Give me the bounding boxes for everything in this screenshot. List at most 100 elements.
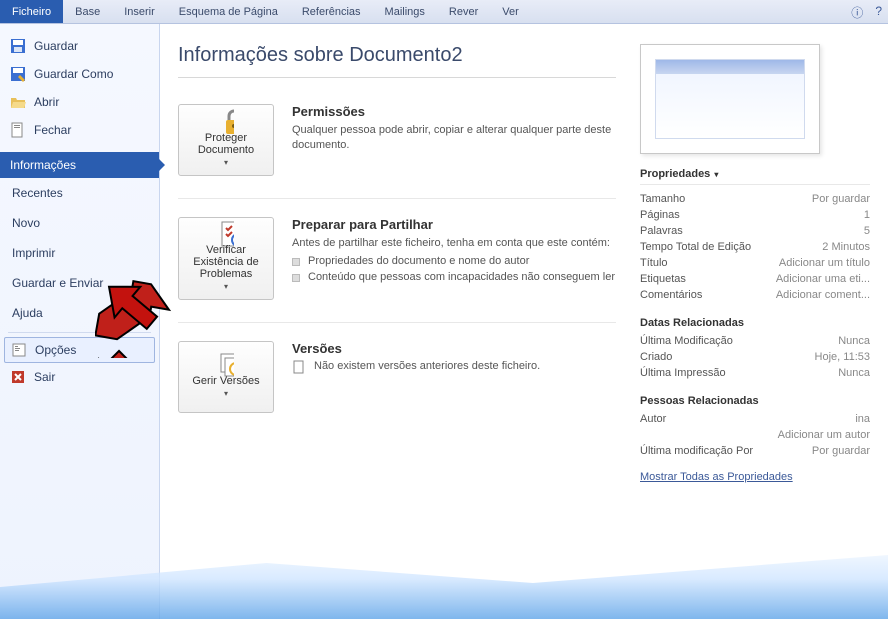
close-icon	[10, 122, 26, 138]
versions-icon	[218, 357, 234, 373]
property-row: Última Impressão Nunca	[640, 365, 870, 381]
property-value[interactable]: Por guardar	[812, 193, 870, 205]
sidebar-item-sair[interactable]: Sair	[0, 363, 159, 391]
property-row: TítuloAdicionar um título	[640, 255, 870, 271]
label: Opções	[35, 343, 76, 357]
section-permissions: Proteger Documento ▾ Permissões Qualquer…	[178, 94, 616, 199]
protect-document-button[interactable]: Proteger Documento ▾	[178, 104, 274, 176]
properties-heading[interactable]: Propriedades ▾	[640, 168, 870, 185]
label: Informações	[10, 158, 76, 172]
save-as-icon	[10, 66, 26, 82]
help-question-icon[interactable]: ?	[869, 0, 888, 23]
sidebar-item-guardar-como[interactable]: Guardar Como	[0, 60, 159, 88]
property-key: Última Impressão	[640, 367, 726, 379]
property-row: Adicionar um autor	[640, 427, 870, 443]
open-icon	[10, 94, 26, 110]
ribbon-tabs: Ficheiro Base Inserir Esquema de Página …	[0, 0, 888, 24]
label: Propriedades	[640, 168, 710, 180]
manage-versions-button[interactable]: Gerir Versões ▾	[178, 341, 274, 413]
property-key: Última modificação Por	[640, 445, 753, 457]
property-key: Comentários	[640, 289, 702, 301]
tab-base[interactable]: Base	[63, 0, 112, 23]
document-thumbnail[interactable]	[640, 44, 820, 154]
property-row: Comentários Adicionar coment...	[640, 287, 870, 303]
options-icon	[11, 342, 27, 358]
people-heading: Pessoas Relacionadas	[640, 395, 870, 407]
bullet-icon	[292, 258, 300, 266]
property-value[interactable]: 1	[864, 209, 870, 221]
tab-ficheiro[interactable]: Ficheiro	[0, 0, 63, 23]
tab-ver[interactable]: Ver	[490, 0, 531, 23]
page-title: Informações sobre Documento2	[178, 44, 616, 78]
property-value[interactable]: Nunca	[838, 335, 870, 347]
sidebar-item-fechar[interactable]: Fechar	[0, 116, 159, 144]
label: Guardar	[34, 39, 78, 53]
property-row: EtiquetasAdicionar uma eti...	[640, 271, 870, 287]
dropdown-icon: ▾	[714, 170, 718, 179]
property-value[interactable]: 2 Minutos	[822, 241, 870, 253]
property-row: Páginas 1	[640, 207, 870, 223]
label: Abrir	[34, 95, 59, 109]
dates-heading: Datas Relacionadas	[640, 317, 870, 329]
section-prepare-share: Verificar Existência de Problemas ▾ Prep…	[178, 207, 616, 323]
property-row: Tamanho Por guardar	[640, 191, 870, 207]
help-icon[interactable]: ⓘ	[845, 0, 869, 23]
sidebar-item-guardar[interactable]: Guardar	[0, 32, 159, 60]
property-value[interactable]: Hoje, 11:53	[815, 351, 870, 363]
dropdown-icon: ▾	[224, 389, 228, 398]
property-value[interactable]: Adicionar uma eti...	[776, 273, 870, 285]
tab-mailings[interactable]: Mailings	[373, 0, 437, 23]
tab-rever[interactable]: Rever	[437, 0, 490, 23]
property-key: Tamanho	[640, 193, 685, 205]
section-heading: Permissões	[292, 104, 616, 119]
check-issues-button[interactable]: Verificar Existência de Problemas ▾	[178, 217, 274, 300]
show-all-properties-link[interactable]: Mostrar Todas as Propriedades	[640, 471, 793, 483]
sidebar-item-imprimir[interactable]: Imprimir	[0, 238, 159, 268]
property-key: Páginas	[640, 209, 680, 221]
tab-referencias[interactable]: Referências	[290, 0, 373, 23]
tab-esquema[interactable]: Esquema de Página	[167, 0, 290, 23]
label: Fechar	[34, 123, 71, 137]
label: Gerir Versões	[192, 375, 259, 387]
bullet-icon	[292, 274, 300, 282]
sidebar-item-abrir[interactable]: Abrir	[0, 88, 159, 116]
property-row: Tempo Total de Edição 2 Minutos	[640, 239, 870, 255]
checklist-icon	[218, 226, 234, 242]
properties-panel: Propriedades ▾ Tamanho Por guardar Páginas…	[640, 44, 870, 599]
property-value[interactable]: Adicionar um autor	[778, 429, 870, 441]
dropdown-icon: ▾	[224, 158, 228, 167]
label: Guardar Como	[34, 67, 113, 81]
sidebar-item-recentes[interactable]: Recentes	[0, 178, 159, 208]
property-row: Palavras5	[640, 223, 870, 239]
property-key: Criado	[640, 351, 672, 363]
property-value[interactable]: Adicionar um título	[779, 257, 870, 269]
section-heading: Preparar para Partilhar	[292, 217, 616, 232]
section-text: Antes de partilhar este ficheiro, tenha …	[292, 236, 616, 251]
sidebar-item-novo[interactable]: Novo	[0, 208, 159, 238]
label: Proteger Documento	[183, 132, 269, 156]
property-value[interactable]: 5	[864, 225, 870, 237]
property-row: Última Modificação Nunca	[640, 333, 870, 349]
property-value[interactable]: Por guardar	[812, 445, 870, 457]
version-line: Não existem versões anteriores deste fic…	[292, 360, 616, 374]
property-value[interactable]: Nunca	[838, 367, 870, 379]
section-heading: Versões	[292, 341, 616, 356]
sidebar-item-informacoes[interactable]: Informações	[0, 152, 159, 178]
sidebar-item-ajuda[interactable]: Ajuda	[0, 298, 159, 328]
property-value[interactable]: Adicionar coment...	[776, 289, 870, 301]
sidebar-item-opcoes[interactable]: Opções	[4, 337, 155, 363]
property-value[interactable]: ina	[855, 413, 870, 425]
property-key: Tempo Total de Edição	[640, 241, 751, 253]
property-row: Última modificação Por Por guardar	[640, 443, 870, 459]
backstage-sidebar: Guardar Guardar Como Abrir Fechar Inform…	[0, 24, 160, 619]
document-icon	[292, 360, 306, 374]
property-row: Criado Hoje, 11:53	[640, 349, 870, 365]
dropdown-icon: ▾	[224, 282, 228, 291]
property-key: Última Modificação	[640, 335, 733, 347]
label: Verificar Existência de Problemas	[183, 244, 269, 280]
bullet-text: Conteúdo que pessoas com incapacidades n…	[308, 271, 615, 283]
tab-inserir[interactable]: Inserir	[112, 0, 167, 23]
lock-icon	[218, 114, 234, 130]
section-text: Não existem versões anteriores deste fic…	[314, 360, 540, 372]
sidebar-item-guardar-enviar[interactable]: Guardar e Enviar	[0, 268, 159, 298]
